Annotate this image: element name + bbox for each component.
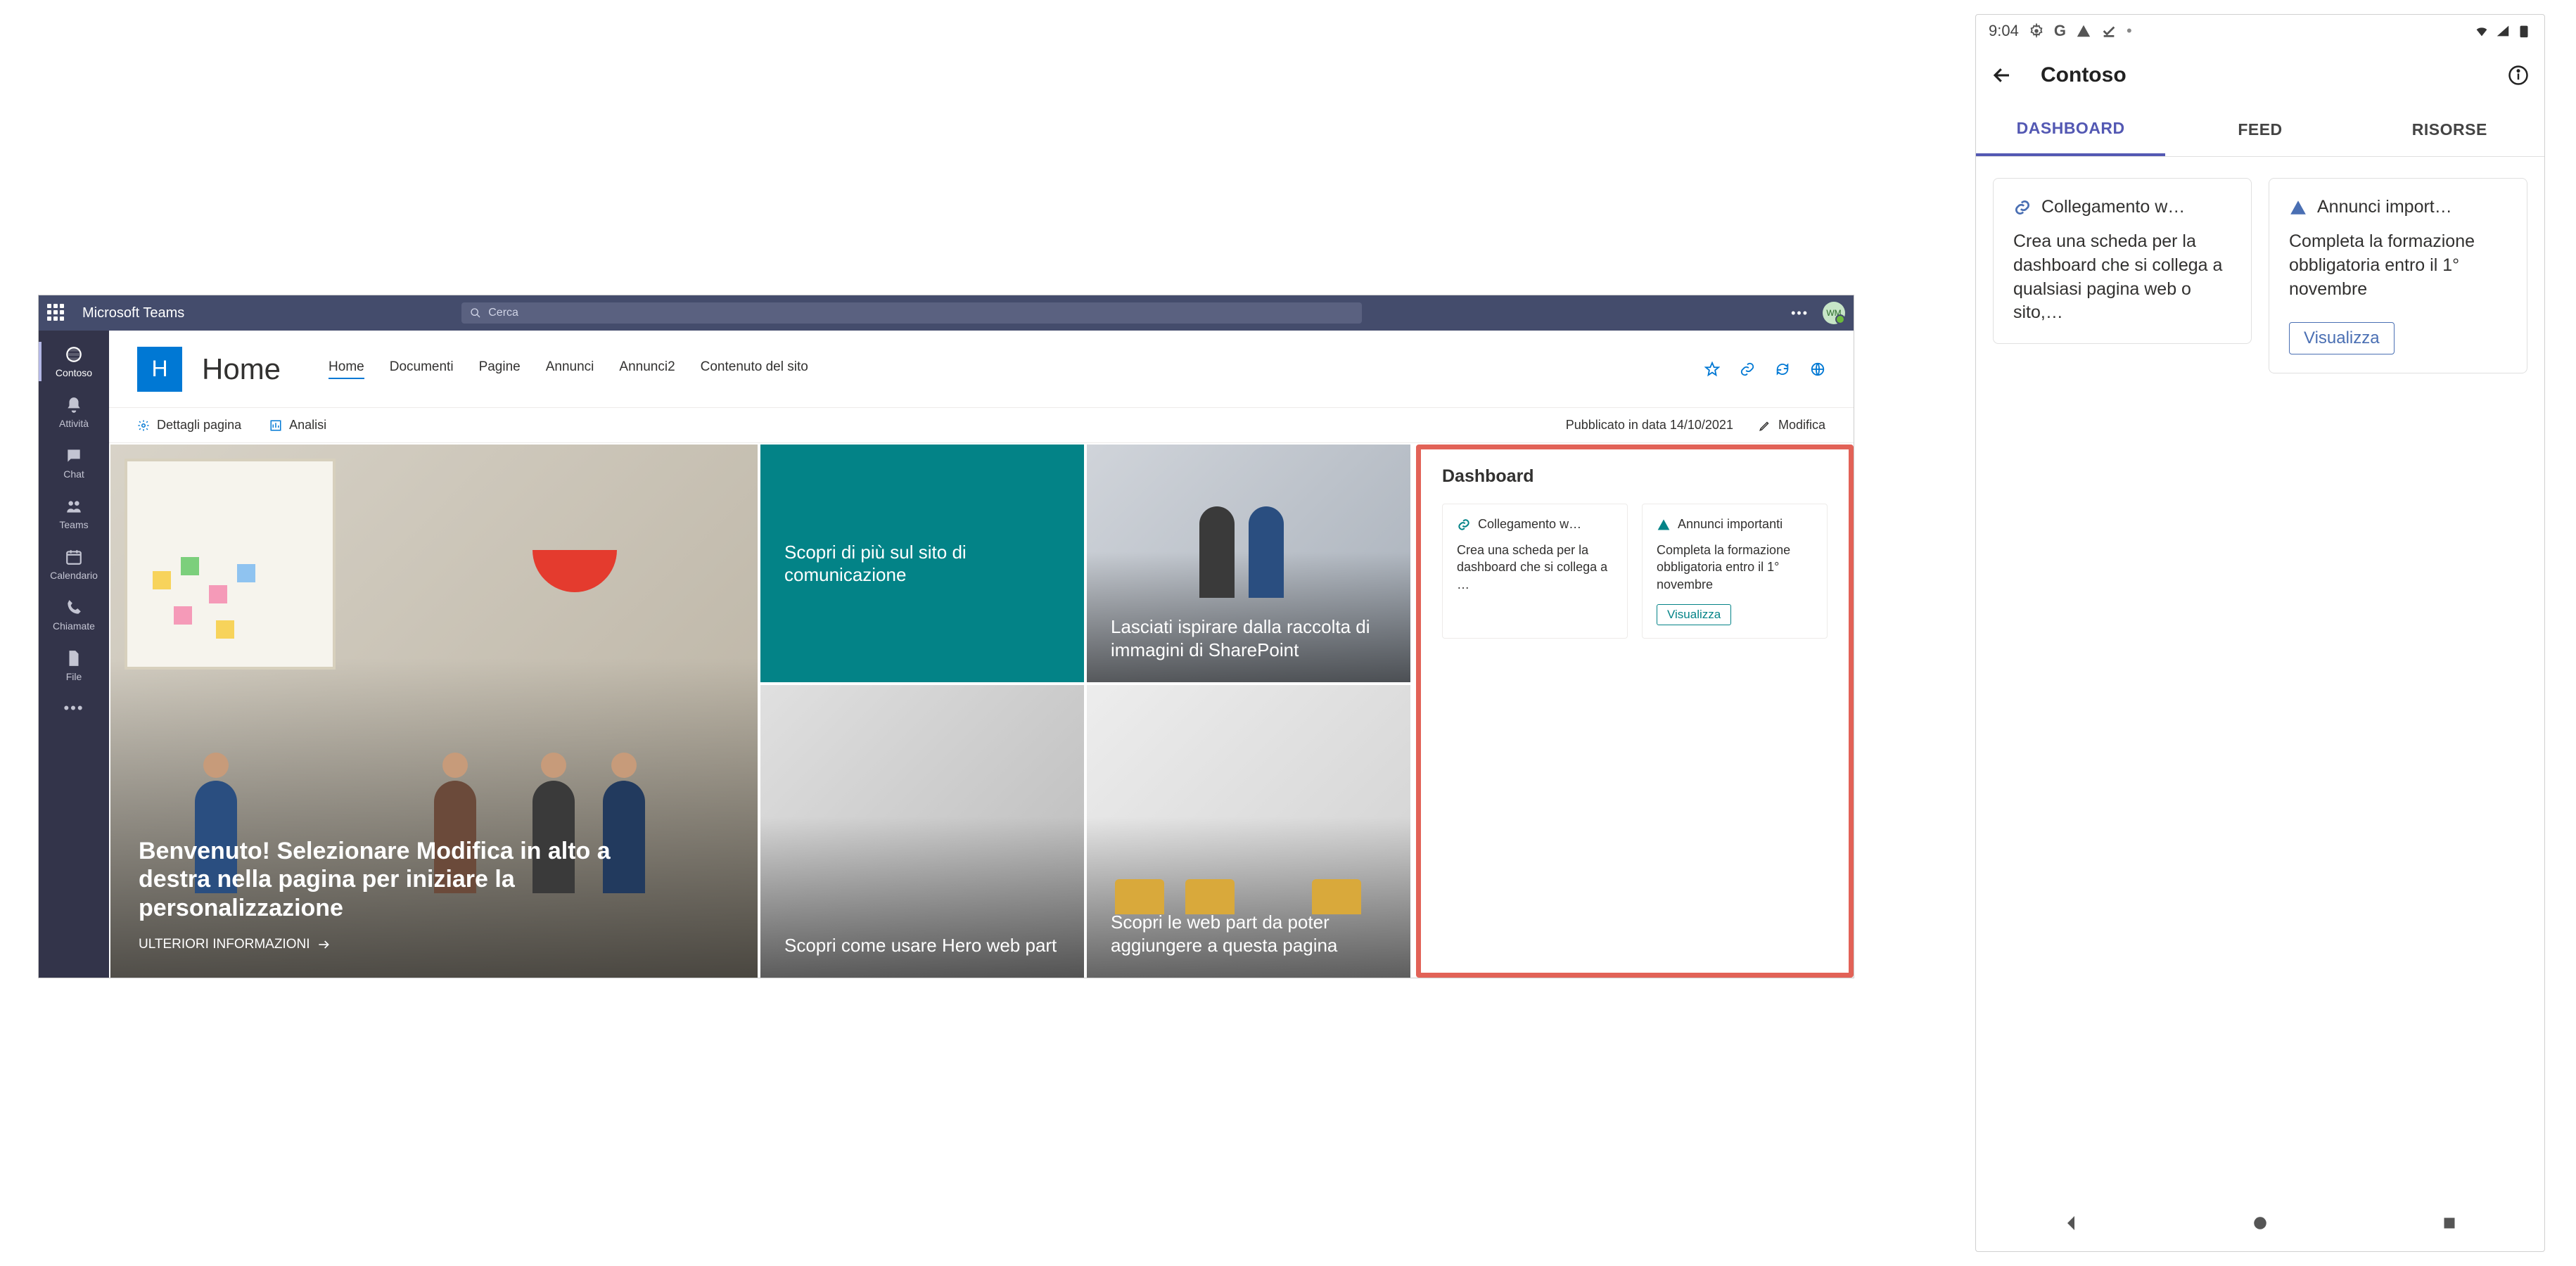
link-icon <box>1457 518 1471 532</box>
phone-card-announcement[interactable]: Annunci import… Completa la formazione o… <box>2269 178 2527 373</box>
pencil-icon <box>1759 419 1771 432</box>
android-navbar <box>1976 1195 2544 1251</box>
phone-content: Collegamento w… Crea una scheda per la d… <box>1976 157 2544 1195</box>
chart-icon <box>269 419 282 432</box>
hero-tile-3[interactable]: Scopri come usare Hero web part <box>760 685 1084 978</box>
nav-recent-icon[interactable] <box>2439 1213 2460 1234</box>
hero-tile-2[interactable]: Lasciati ispirare dalla raccolta di imma… <box>1087 445 1410 682</box>
teams-icon <box>64 497 84 516</box>
link-icon[interactable] <box>1740 362 1755 377</box>
published-date: Pubblicato in data 14/10/2021 <box>1566 418 1733 433</box>
dashboard-card-link[interactable]: Collegamento w… Crea una scheda per la d… <box>1442 504 1628 639</box>
site-logo: H <box>137 347 182 392</box>
hero-tile-4[interactable]: Scopri le web part da poter aggiungere a… <box>1087 685 1410 978</box>
app-title: Microsoft Teams <box>82 305 184 321</box>
dashboard-title: Dashboard <box>1442 466 1828 487</box>
phone-title: Contoso <box>2041 63 2127 87</box>
ptab-feed[interactable]: FEED <box>2165 103 2354 156</box>
phone-icon <box>64 598 84 618</box>
tab-home[interactable]: Home <box>329 359 364 379</box>
gear-icon <box>2029 23 2044 39</box>
hero-tile-teal[interactable]: Scopri di più sul sito di comunicazione <box>760 445 1084 682</box>
rail-files[interactable]: File <box>39 640 109 691</box>
page-details-button[interactable]: Dettagli pagina <box>137 418 241 433</box>
refresh-icon[interactable] <box>1775 362 1790 377</box>
page-title: Home <box>202 352 281 386</box>
phone-tabs: DASHBOARD FEED RISORSE <box>1976 103 2544 157</box>
tab-documenti[interactable]: Documenti <box>390 359 454 379</box>
dot-icon: • <box>2127 22 2132 40</box>
warning-icon <box>2289 198 2307 217</box>
visualizza-button[interactable]: Visualizza <box>2289 322 2395 354</box>
nav-back-icon[interactable] <box>2060 1213 2081 1234</box>
phone-frame: 9:04 G • Contoso DASHBOARD FEED RISORSE … <box>1975 14 2545 1252</box>
link-icon <box>2013 198 2032 217</box>
page-header: H Home Home Documenti Pagine Annunci Ann… <box>109 331 1854 408</box>
site-tabs: Home Documenti Pagine Annunci Annunci2 C… <box>329 359 808 379</box>
wifi-icon <box>2474 23 2489 39</box>
star-icon[interactable] <box>1704 362 1720 377</box>
edit-button[interactable]: Modifica <box>1759 418 1825 433</box>
back-icon[interactable] <box>1991 65 2013 86</box>
globe-icon[interactable] <box>1810 362 1825 377</box>
rail-more-icon[interactable]: ••• <box>63 699 84 717</box>
g-icon: G <box>2054 22 2066 40</box>
warning-icon <box>1657 518 1671 532</box>
hero-title: Benvenuto! Selezionare Modifica in alto … <box>139 837 673 923</box>
search-placeholder: Cerca <box>488 307 518 319</box>
tab-pagine[interactable]: Pagine <box>479 359 521 379</box>
rail-calls[interactable]: Chiamate <box>39 589 109 640</box>
ptab-dashboard[interactable]: DASHBOARD <box>1976 103 2165 156</box>
dashboard-panel: Dashboard Collegamento w… Crea una sched… <box>1416 445 1854 978</box>
search-icon <box>470 307 481 319</box>
more-icon[interactable]: ••• <box>1791 306 1809 321</box>
calendar-icon <box>64 547 84 567</box>
rail-teams[interactable]: Teams <box>39 488 109 539</box>
visualizza-button[interactable]: Visualizza <box>1657 604 1731 625</box>
chat-icon <box>64 446 84 466</box>
signal-icon <box>2495 23 2511 39</box>
arrow-right-icon <box>317 938 331 952</box>
gear-icon <box>137 419 150 432</box>
app-launcher-icon[interactable] <box>47 304 65 322</box>
hero-cta[interactable]: ULTERIORI INFORMAZIONI <box>139 937 729 952</box>
nav-home-icon[interactable] <box>2250 1213 2271 1234</box>
warning-icon <box>2076 23 2091 39</box>
rail-calendar[interactable]: Calendario <box>39 539 109 589</box>
bell-icon <box>64 395 84 415</box>
header-actions <box>1704 362 1825 377</box>
phone-header: Contoso <box>1976 47 2544 103</box>
hero-main-tile[interactable]: Benvenuto! Selezionare Modifica in alto … <box>110 445 758 978</box>
page-content: H Home Home Documenti Pagine Annunci Ann… <box>109 331 1854 978</box>
hero-section: Benvenuto! Selezionare Modifica in alto … <box>109 443 1854 978</box>
analytics-button[interactable]: Analisi <box>269 418 326 433</box>
ptab-risorse[interactable]: RISORSE <box>2355 103 2544 156</box>
file-icon <box>64 648 84 668</box>
rail-activity[interactable]: Attività <box>39 387 109 437</box>
contoso-icon <box>64 345 84 364</box>
battery-icon <box>2516 23 2532 39</box>
avatar[interactable]: WM <box>1823 302 1845 324</box>
rail-chat[interactable]: Chat <box>39 437 109 488</box>
dashboard-card-announcement[interactable]: Annunci importanti Completa la formazion… <box>1642 504 1828 639</box>
info-bar: Dettagli pagina Analisi Pubblicato in da… <box>109 408 1854 443</box>
tab-annunci[interactable]: Annunci <box>546 359 594 379</box>
tab-contenuto[interactable]: Contenuto del sito <box>701 359 808 379</box>
check-icon <box>2101 23 2117 39</box>
clock: 9:04 <box>1989 22 2019 40</box>
search-input[interactable]: Cerca <box>461 302 1362 324</box>
phone-card-link[interactable]: Collegamento w… Crea una scheda per la d… <box>1993 178 2252 344</box>
teams-window: Microsoft Teams Cerca ••• WM Contoso Att… <box>39 295 1854 978</box>
tab-annunci2[interactable]: Annunci2 <box>619 359 675 379</box>
rail-contoso[interactable]: Contoso <box>39 336 109 387</box>
teams-topbar: Microsoft Teams Cerca ••• WM <box>39 295 1854 331</box>
app-rail: Contoso Attività Chat Teams Calendario C… <box>39 331 109 978</box>
info-icon[interactable] <box>2508 65 2529 86</box>
status-bar: 9:04 G • <box>1976 15 2544 47</box>
